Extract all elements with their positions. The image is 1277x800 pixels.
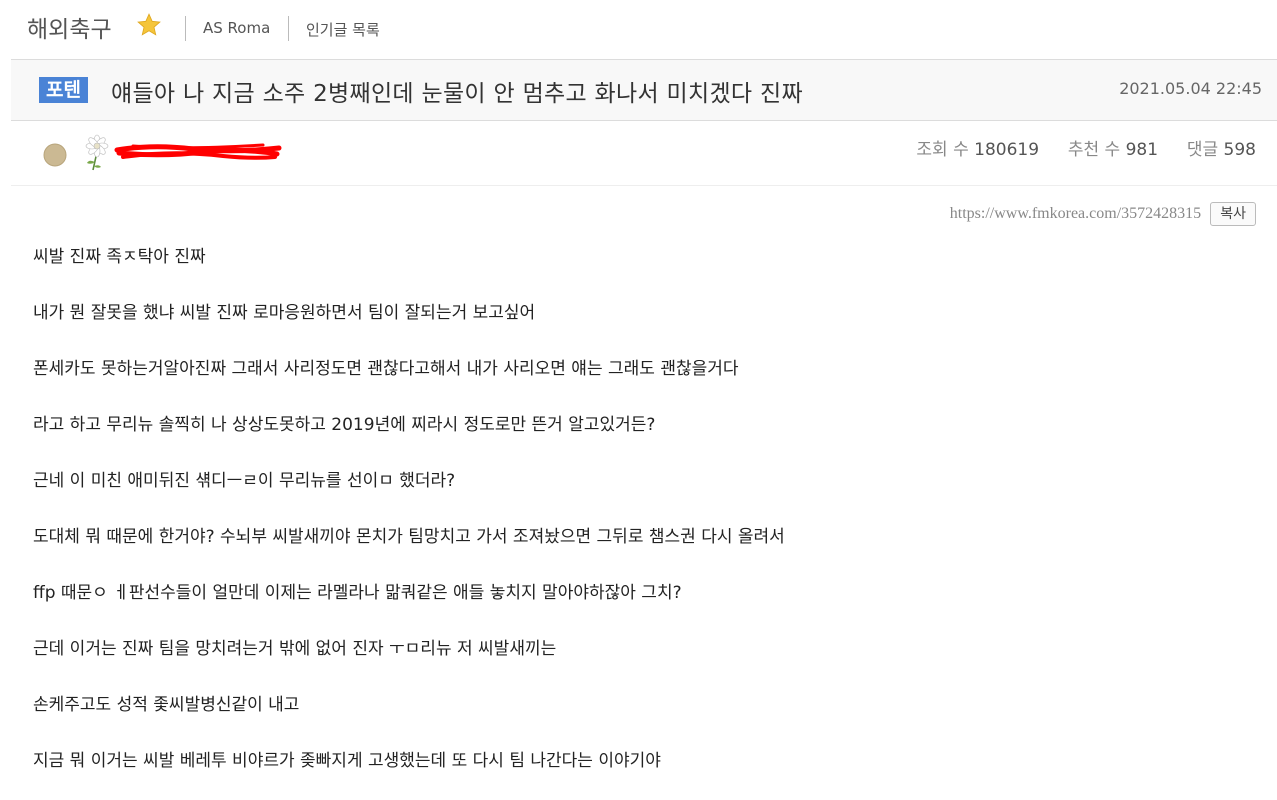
flower-icon bbox=[85, 134, 109, 171]
post-paragraph: 폰세카도 못하는거알아진짜 그래서 사리정도면 괜찮다고해서 내가 사리오면 얘… bbox=[33, 359, 739, 379]
author-name-redacted[interactable] bbox=[113, 138, 283, 166]
post-url-row: https://www.fmkorea.com/3572428315 복사 bbox=[950, 202, 1256, 228]
views-count: 180619 bbox=[974, 140, 1040, 160]
category-badge: 포텐 bbox=[39, 77, 88, 103]
level-icon bbox=[43, 143, 67, 167]
post-stats: 조회 수 180619 추천 수 981 댓글 598 bbox=[916, 135, 1256, 160]
views-label: 조회 수 bbox=[916, 140, 969, 160]
comments-count: 598 bbox=[1223, 140, 1256, 160]
post-paragraph: 근네 이 미친 애미뒤진 섂디ㅡㄹ이 무리뉴를 선이ㅁ 했더라? bbox=[33, 471, 456, 491]
post-paragraph: 도대체 뭐 때문에 한거야? 수뇌부 씨발새끼야 몬치가 팀망치고 가서 조져놨… bbox=[33, 527, 785, 547]
post-title: 얘들아 나 지금 소주 2병째인데 눈물이 안 멈추고 화나서 미치겠다 진짜 bbox=[111, 81, 803, 107]
likes-label: 추천 수 bbox=[1067, 140, 1121, 160]
post-date: 2021.05.04 22:45 bbox=[1119, 79, 1262, 98]
board-name-link[interactable]: 해외축구 bbox=[27, 10, 112, 44]
post-paragraph: 씨발 진짜 족ㅈ탁아 진짜 bbox=[33, 247, 206, 267]
breadcrumb-as-roma[interactable]: AS Roma bbox=[203, 19, 270, 37]
post-paragraph: 내가 뭔 잘못을 했냐 씨발 진짜 로마응원하면서 팀이 잘되는거 보고싶어 bbox=[33, 303, 536, 323]
post-body: 씨발 진짜 족ㅈ탁아 진짜 내가 뭔 잘못을 했냐 씨발 진짜 로마응원하면서 … bbox=[33, 240, 1253, 800]
post-paragraph: ffp 때문ㅇ ㅔ판선수들이 얼만데 이제는 라멜라나 맒쿼같은 애들 놓치지 … bbox=[33, 583, 682, 603]
breadcrumb-divider bbox=[288, 16, 289, 41]
post-url-link[interactable]: https://www.fmkorea.com/3572428315 bbox=[950, 205, 1201, 222]
post-paragraph: 라고 하고 무리뉴 솔찍히 나 상상도못하고 2019년에 찌라시 정도로만 뜬… bbox=[33, 415, 656, 435]
board-header: 해외축구 AS Roma 인기글 목록 bbox=[0, 0, 1277, 60]
post-meta: 조회 수 180619 추천 수 981 댓글 598 bbox=[11, 121, 1277, 186]
post-title-bar: 포텐 얘들아 나 지금 소주 2병째인데 눈물이 안 멈추고 화나서 미치겠다 … bbox=[11, 59, 1277, 121]
post-paragraph: 근데 이거는 진짜 팀을 망치려는거 밖에 없어 진자 ㅜㅁ리뉴 저 씨발새끼는 bbox=[33, 639, 557, 659]
likes-count: 981 bbox=[1125, 140, 1159, 160]
post-paragraph: 손케주고도 성적 좇씨발병신같이 내고 bbox=[33, 695, 300, 715]
star-icon[interactable] bbox=[136, 12, 162, 38]
comments-label: 댓글 bbox=[1186, 140, 1219, 160]
breadcrumb-divider bbox=[185, 16, 186, 41]
post-paragraph: 지금 뭐 이거는 씨발 베레투 비야르가 좆빠지게 고생했는데 또 다시 팀 나… bbox=[33, 751, 661, 771]
copy-url-button[interactable]: 복사 bbox=[1210, 202, 1256, 226]
breadcrumb-popular-list[interactable]: 인기글 목록 bbox=[306, 19, 380, 40]
